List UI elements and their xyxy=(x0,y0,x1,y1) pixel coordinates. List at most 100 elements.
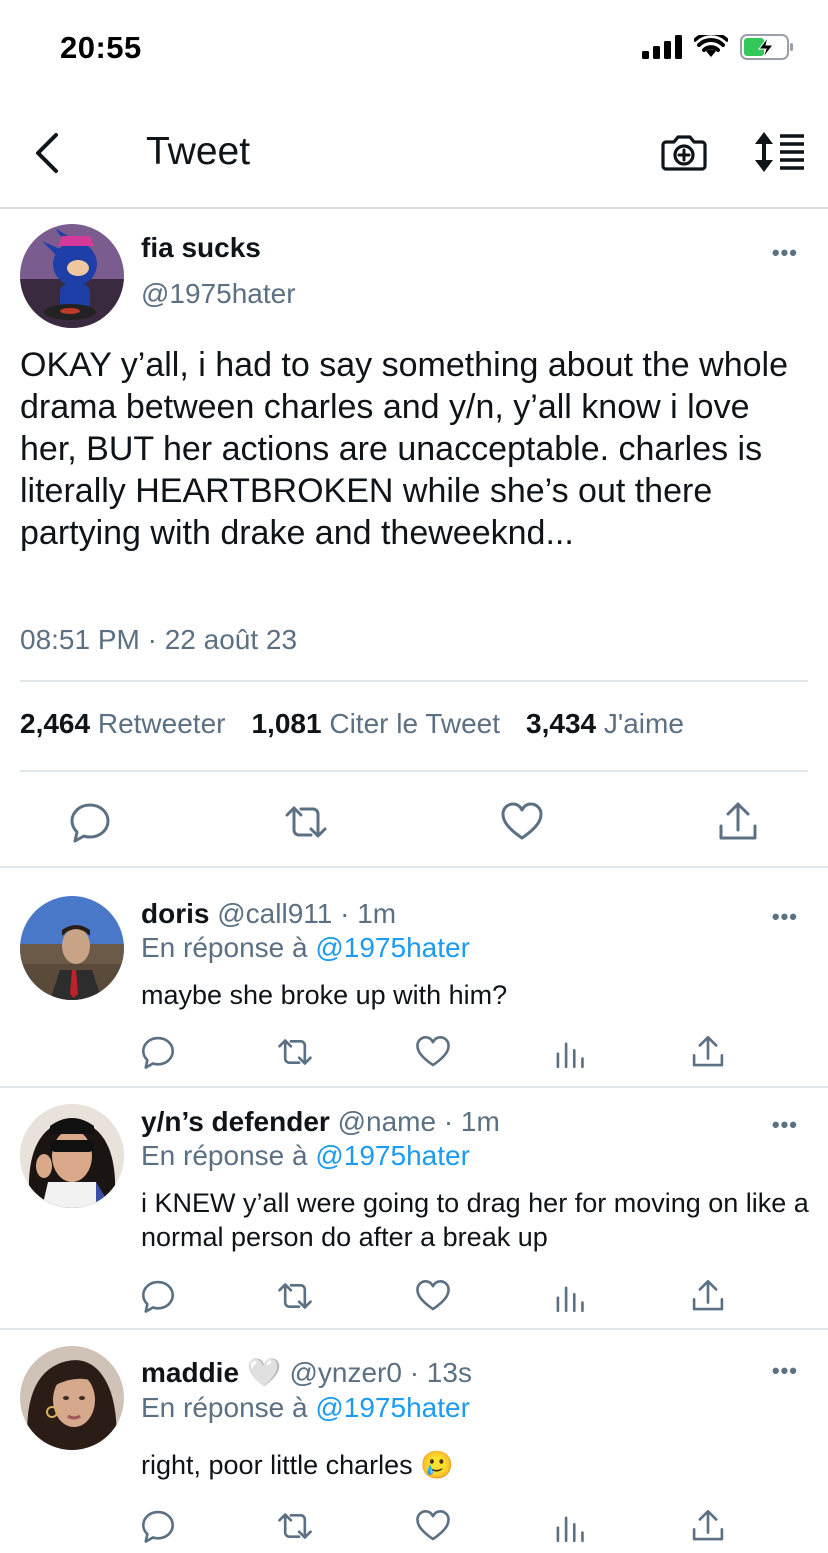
replying-to-label: En réponse à xyxy=(141,932,308,963)
more-dots-icon[interactable]: ••• xyxy=(772,240,798,266)
reply-text: right, poor little charles 🥲 xyxy=(141,1450,454,1480)
comment-icon xyxy=(70,803,110,843)
status-icons xyxy=(642,34,794,60)
replying-to-mention[interactable]: @1975hater xyxy=(315,1140,470,1171)
likes-count: 3,434 xyxy=(526,708,597,739)
heart-icon xyxy=(416,1035,450,1067)
replying-to: En réponse à @1975hater xyxy=(141,1140,470,1172)
author-name[interactable]: fia sucks xyxy=(141,232,261,264)
reply-author-handle[interactable]: @ynzer0 xyxy=(289,1357,401,1388)
like-button[interactable] xyxy=(415,1034,451,1070)
reply-text: maybe she broke up with him? xyxy=(141,980,508,1010)
avatar-image xyxy=(20,224,124,328)
share-button[interactable] xyxy=(716,800,760,844)
replying-to-mention[interactable]: @1975hater xyxy=(315,932,470,963)
like-button[interactable] xyxy=(415,1508,451,1544)
avatar-image xyxy=(20,896,124,1000)
reply-author-name[interactable]: maddie 🤍 xyxy=(141,1357,282,1388)
like-button[interactable] xyxy=(415,1278,451,1314)
bar-chart-icon xyxy=(556,1286,584,1313)
reply-button[interactable] xyxy=(140,1034,176,1070)
more-dots-icon[interactable]: ••• xyxy=(772,904,798,930)
reply-time: · 1m xyxy=(340,898,397,929)
replying-to-mention[interactable]: @1975hater xyxy=(315,1392,470,1423)
signal-icon xyxy=(642,35,682,59)
reply-button[interactable] xyxy=(140,1278,176,1314)
retweet-icon xyxy=(278,1039,312,1065)
reply-text: i KNEW y’all were going to drag her for … xyxy=(141,1188,809,1252)
nav-bar: Tweet xyxy=(0,100,828,209)
heart-icon xyxy=(416,1279,450,1311)
reply-actions xyxy=(0,1034,828,1078)
share-button[interactable] xyxy=(690,1508,726,1544)
retweets-label: Retweeter xyxy=(97,708,226,739)
reply-time: · 13s xyxy=(409,1357,472,1388)
more-dots-icon[interactable]: ••• xyxy=(772,1358,798,1384)
battery-charging-icon xyxy=(740,34,793,60)
tweet-actions xyxy=(0,792,828,862)
share-icon xyxy=(692,1279,724,1311)
reply-author-name[interactable]: y/n’s defender xyxy=(141,1106,330,1137)
analytics-button[interactable] xyxy=(553,1278,589,1314)
reply-tweet[interactable]: maddie 🤍 @ynzer0 · 13s ••• En réponse à … xyxy=(0,1330,828,1553)
author-avatar[interactable] xyxy=(20,224,124,328)
tweet-stats: 2,464 Retweeter 1,081 Citer le Tweet 3,4… xyxy=(20,708,684,740)
reply-time: · 1m xyxy=(443,1106,500,1137)
retweet-button[interactable] xyxy=(284,800,328,844)
share-icon xyxy=(692,1509,724,1541)
divider xyxy=(20,770,808,772)
likes-stat[interactable]: 3,434 J'aime xyxy=(526,708,684,740)
status-bar: 20:55 xyxy=(0,0,828,100)
reply-header: doris @call911 · 1m xyxy=(141,898,396,930)
sort-icon xyxy=(755,132,804,172)
bar-chart-icon xyxy=(556,1516,584,1543)
like-button[interactable] xyxy=(500,800,544,844)
share-button[interactable] xyxy=(690,1278,726,1314)
retweet-icon xyxy=(278,1283,312,1309)
reply-header: y/n’s defender @name · 1m xyxy=(141,1106,500,1138)
retweet-button[interactable] xyxy=(277,1508,313,1544)
tweet-text: OKAY y’all, i had to say something about… xyxy=(20,346,788,552)
reply-tweet[interactable]: doris @call911 · 1m ••• En réponse à @19… xyxy=(0,868,828,1086)
reply-header: maddie 🤍 @ynzer0 · 13s xyxy=(141,1356,472,1389)
retweet-icon xyxy=(285,806,327,838)
comment-icon xyxy=(141,1510,175,1543)
analytics-button[interactable] xyxy=(553,1508,589,1544)
likes-label: J'aime xyxy=(603,708,684,739)
retweet-button[interactable] xyxy=(277,1034,313,1070)
share-icon xyxy=(692,1035,724,1067)
retweet-button[interactable] xyxy=(277,1278,313,1314)
divider xyxy=(20,680,808,682)
reply-tweet[interactable]: y/n’s defender @name · 1m ••• En réponse… xyxy=(0,1088,828,1328)
quotes-label: Citer le Tweet xyxy=(329,708,501,739)
reply-button[interactable] xyxy=(68,800,112,844)
back-button[interactable] xyxy=(26,130,66,176)
reply-author-name[interactable]: doris xyxy=(141,898,209,929)
replying-to-label: En réponse à xyxy=(141,1392,308,1423)
retweets-stat[interactable]: 2,464 Retweeter xyxy=(20,708,225,740)
wifi-icon xyxy=(694,35,728,57)
replying-to-label: En réponse à xyxy=(141,1140,308,1171)
avatar-image xyxy=(20,1346,124,1450)
heart-icon xyxy=(416,1509,450,1541)
more-dots-icon[interactable]: ••• xyxy=(772,1112,798,1138)
share-button[interactable] xyxy=(690,1034,726,1070)
chevron-left-icon xyxy=(36,133,58,173)
camera-button[interactable] xyxy=(660,128,708,176)
heart-icon xyxy=(501,802,543,840)
sort-button[interactable] xyxy=(752,128,808,176)
bar-chart-icon xyxy=(556,1042,584,1069)
reply-author-handle[interactable]: @call911 xyxy=(217,898,332,929)
retweet-icon xyxy=(278,1513,312,1539)
reply-avatar[interactable] xyxy=(20,896,124,1000)
analytics-button[interactable] xyxy=(553,1034,589,1070)
reply-author-handle[interactable]: @name xyxy=(338,1106,436,1137)
quotes-stat[interactable]: 1,081 Citer le Tweet xyxy=(251,708,500,740)
reply-button[interactable] xyxy=(140,1508,176,1544)
reply-avatar[interactable] xyxy=(20,1346,124,1450)
page-title: Tweet xyxy=(146,130,251,173)
author-handle[interactable]: @1975hater xyxy=(141,278,296,310)
retweets-count: 2,464 xyxy=(20,708,91,739)
replying-to: En réponse à @1975hater xyxy=(141,932,470,964)
reply-avatar[interactable] xyxy=(20,1104,124,1208)
